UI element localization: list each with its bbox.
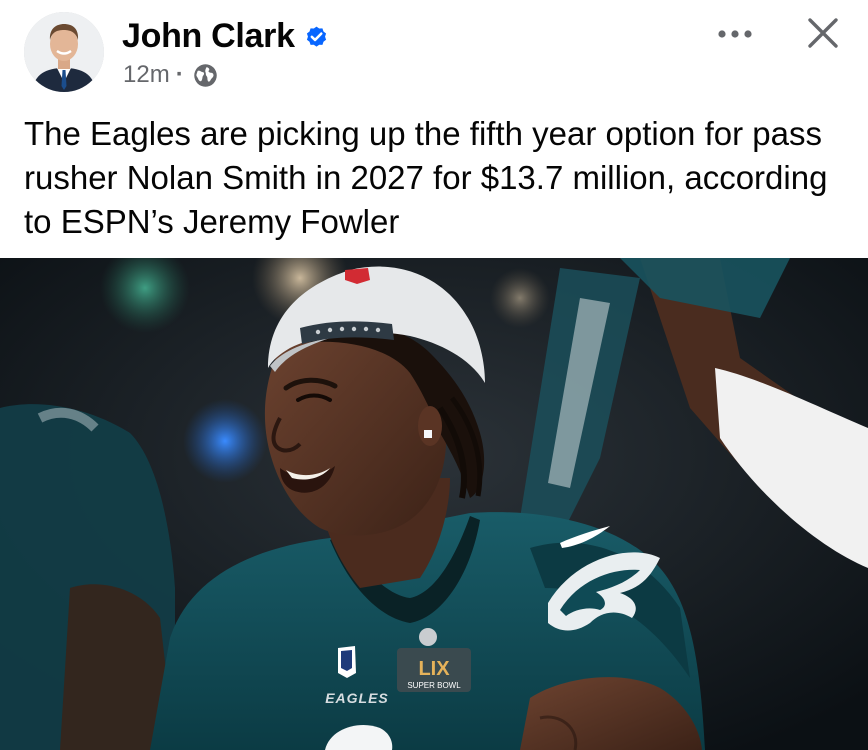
author-avatar[interactable]: [24, 12, 104, 92]
author-name-row: John Clark: [122, 16, 329, 56]
verified-badge-icon: [306, 26, 326, 47]
patch-label: SUPER BOWL: [407, 681, 461, 690]
post-header: John Clark 12m ·: [0, 0, 868, 100]
post-timestamp[interactable]: 12m: [123, 60, 170, 90]
post-body-text: The Eagles are picking up the fifth year…: [24, 115, 828, 240]
author-name[interactable]: John Clark: [122, 16, 295, 56]
globe-icon[interactable]: [192, 62, 219, 89]
avatar-photo: [24, 12, 104, 92]
post-meta: 12m ·: [123, 60, 219, 90]
patch-numeral: LIX: [418, 658, 450, 680]
more-horizontal-icon: [718, 30, 752, 38]
close-icon: [808, 18, 838, 48]
close-button[interactable]: [800, 10, 846, 56]
jersey-wordmark: EAGLES: [325, 690, 389, 706]
more-options-button[interactable]: [712, 14, 758, 54]
player-photo: LIX SUPER BOWL EAGLES: [0, 258, 868, 750]
meta-separator: ·: [175, 61, 184, 88]
post-image[interactable]: LIX SUPER BOWL EAGLES: [0, 258, 868, 750]
